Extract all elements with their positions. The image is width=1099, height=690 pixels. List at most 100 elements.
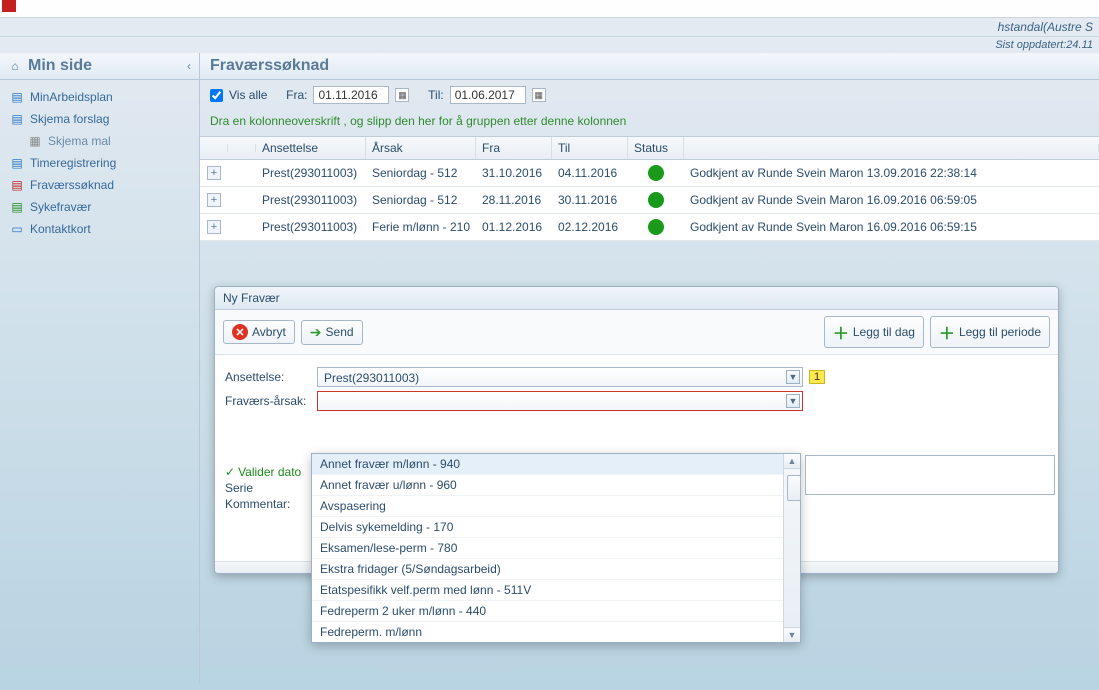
- ansettelse-label: Ansettelse:: [225, 370, 311, 384]
- cell-ansettelse: Prest(293011003): [256, 188, 366, 212]
- sidebar-item-skjema-forslag[interactable]: ▤ Skjema forslag: [0, 108, 199, 130]
- from-label: Fra:: [286, 88, 307, 102]
- send-button[interactable]: ➔ Send: [301, 320, 363, 345]
- sidebar-collapse-toggle[interactable]: ‹: [187, 59, 191, 73]
- cell-til: 04.11.2016: [552, 161, 628, 185]
- to-label: Til:: [428, 88, 444, 102]
- table-row[interactable]: + Prest(293011003)Seniordag - 51231.10.20…: [200, 160, 1099, 187]
- sidebar-item-label: Timeregistrering: [30, 156, 116, 170]
- arsak-option[interactable]: Fedreperm. m/lønn: [312, 622, 800, 643]
- arsak-option[interactable]: Ekstra fridager (5/Søndagsarbeid): [312, 559, 800, 580]
- slider-handle-icon[interactable]: [787, 475, 801, 501]
- kommentar-textarea[interactable]: [805, 455, 1055, 495]
- last-updated: Sist oppdatert:24.11: [0, 37, 1099, 53]
- sidebar: ⌂ Min side ‹ ▤MinArbeidsplan▤Skjema fors…: [0, 53, 200, 683]
- valider-dato-toggle[interactable]: ✓ Valider dato: [225, 465, 301, 479]
- cell-fra: 31.10.2016: [476, 161, 552, 185]
- chevron-down-icon: ▼: [786, 370, 800, 384]
- app-logo-icon: [2, 0, 16, 12]
- table-row[interactable]: + Prest(293011003)Ferie m/lønn - 21001.12…: [200, 214, 1099, 241]
- table-row[interactable]: + Prest(293011003)Seniordag - 51228.11.20…: [200, 187, 1099, 214]
- cell-detail: Godkjent av Runde Svein Maron 13.09.2016…: [684, 161, 1099, 185]
- col-status[interactable]: Status: [628, 137, 684, 159]
- calendar-icon: ▤: [10, 112, 24, 126]
- arsak-option[interactable]: Eksamen/lese-perm - 780: [312, 538, 800, 559]
- sidebar-item-label: Skjema mal: [48, 134, 111, 148]
- page-title: Fraværssøknad: [200, 53, 1099, 80]
- grouping-hint: Dra en kolonneoverskrift , og slipp den …: [200, 110, 1099, 132]
- to-date-input[interactable]: [450, 86, 526, 104]
- cell-arsak: Seniordag - 512: [366, 188, 476, 212]
- cell-ansettelse: Prest(293011003): [256, 215, 366, 239]
- home-icon: ⌂: [8, 59, 22, 73]
- status-approved-icon: [648, 192, 664, 208]
- expand-row-icon[interactable]: +: [207, 220, 221, 234]
- col-til[interactable]: Til: [552, 137, 628, 159]
- sidebar-item-label: Fraværssøknad: [30, 178, 114, 192]
- ansettelse-count-badge: 1: [809, 370, 825, 384]
- dialog-title: Ny Fravær: [215, 287, 1058, 310]
- sidebar-item-fraværssøknad[interactable]: ▤ Fraværssøknad: [0, 174, 199, 196]
- arsak-option[interactable]: Annet fravær u/lønn - 960: [312, 475, 800, 496]
- add-day-button[interactable]: ＋ Legg til dag: [824, 316, 924, 348]
- plus-icon: ＋: [833, 320, 849, 344]
- sidebar-item-sykefravær[interactable]: ▤ Sykefravær: [0, 196, 199, 218]
- sidebar-item-label: Sykefravær: [30, 200, 91, 214]
- grid-icon: ▦: [28, 134, 42, 148]
- expand-row-icon[interactable]: +: [207, 193, 221, 207]
- to-calendar-icon[interactable]: ▦: [532, 88, 546, 102]
- sidebar-item-kontaktkort[interactable]: ▭ Kontaktkort: [0, 218, 199, 240]
- card-icon: ▭: [10, 222, 24, 236]
- sidebar-item-label: Kontaktkort: [30, 222, 91, 236]
- arsak-option[interactable]: Avspasering: [312, 496, 800, 517]
- cell-arsak: Seniordag - 512: [366, 161, 476, 185]
- col-ansettelse[interactable]: Ansettelse: [256, 137, 366, 159]
- cell-til: 02.12.2016: [552, 215, 628, 239]
- cell-detail: Godkjent av Runde Svein Maron 16.09.2016…: [684, 215, 1099, 239]
- cell-arsak: Ferie m/lønn - 210: [366, 215, 476, 239]
- arsak-dropdown[interactable]: ▼: [317, 391, 803, 411]
- sidebar-item-skjema-mal[interactable]: ▦ Skjema mal: [0, 130, 199, 152]
- col-arsak[interactable]: Årsak: [366, 137, 476, 159]
- arsak-label: Fraværs-årsak:: [225, 394, 311, 408]
- plus-icon: ＋: [939, 320, 955, 344]
- chevron-down-icon: ▼: [786, 394, 800, 408]
- clock-icon: ▤: [10, 156, 24, 170]
- show-all-checkbox[interactable]: [210, 89, 223, 102]
- cell-detail: Godkjent av Runde Svein Maron 16.09.2016…: [684, 188, 1099, 212]
- arsak-option[interactable]: Delvis sykemelding - 170: [312, 517, 800, 538]
- status-approved-icon: [648, 219, 664, 235]
- status-approved-icon: [648, 165, 664, 181]
- cancel-button[interactable]: ✕ Avbryt: [223, 320, 295, 344]
- calendar-green-icon: ▤: [10, 200, 24, 214]
- from-date-input[interactable]: [313, 86, 389, 104]
- new-absence-dialog: Ny Fravær ✕ Avbryt ➔ Send ＋ Legg til dag…: [214, 286, 1059, 574]
- sidebar-item-label: Skjema forslag: [30, 112, 109, 126]
- arsak-option[interactable]: Fedreperm 2 uker m/lønn - 440: [312, 601, 800, 622]
- arsak-dropdown-list[interactable]: Annet fravær m/lønn - 940Annet fravær u/…: [311, 453, 801, 643]
- cell-fra: 01.12.2016: [476, 215, 552, 239]
- sidebar-item-minarbeidsplan[interactable]: ▤ MinArbeidsplan: [0, 86, 199, 108]
- cell-ansettelse: Prest(293011003): [256, 161, 366, 185]
- cell-til: 30.11.2016: [552, 188, 628, 212]
- col-fra[interactable]: Fra: [476, 137, 552, 159]
- calendar-red-icon: ▤: [10, 178, 24, 192]
- expand-row-icon[interactable]: +: [207, 166, 221, 180]
- from-calendar-icon[interactable]: ▦: [395, 88, 409, 102]
- absence-grid: Ansettelse Årsak Fra Til Status + Prest(2…: [200, 136, 1099, 241]
- user-info: hstandal(Austre S: [0, 18, 1099, 37]
- show-all-label: Vis alle: [229, 88, 267, 102]
- calendar-icon: ▤: [10, 90, 24, 104]
- arsak-option[interactable]: Etatspesifikk velf.perm med lønn - 511V: [312, 580, 800, 601]
- ansettelse-dropdown[interactable]: Prest(293011003) ▼: [317, 367, 803, 387]
- cancel-icon: ✕: [232, 324, 248, 340]
- cell-fra: 28.11.2016: [476, 188, 552, 212]
- serie-label: Serie: [225, 481, 301, 495]
- sidebar-item-timeregistrering[interactable]: ▤ Timeregistrering: [0, 152, 199, 174]
- arsak-option[interactable]: Annet fravær m/lønn - 940: [312, 454, 800, 475]
- check-icon: ✓: [225, 465, 235, 479]
- add-period-button[interactable]: ＋ Legg til periode: [930, 316, 1050, 348]
- send-icon: ➔: [310, 324, 322, 341]
- sidebar-item-label: MinArbeidsplan: [30, 90, 113, 104]
- kommentar-label: Kommentar:: [225, 497, 301, 511]
